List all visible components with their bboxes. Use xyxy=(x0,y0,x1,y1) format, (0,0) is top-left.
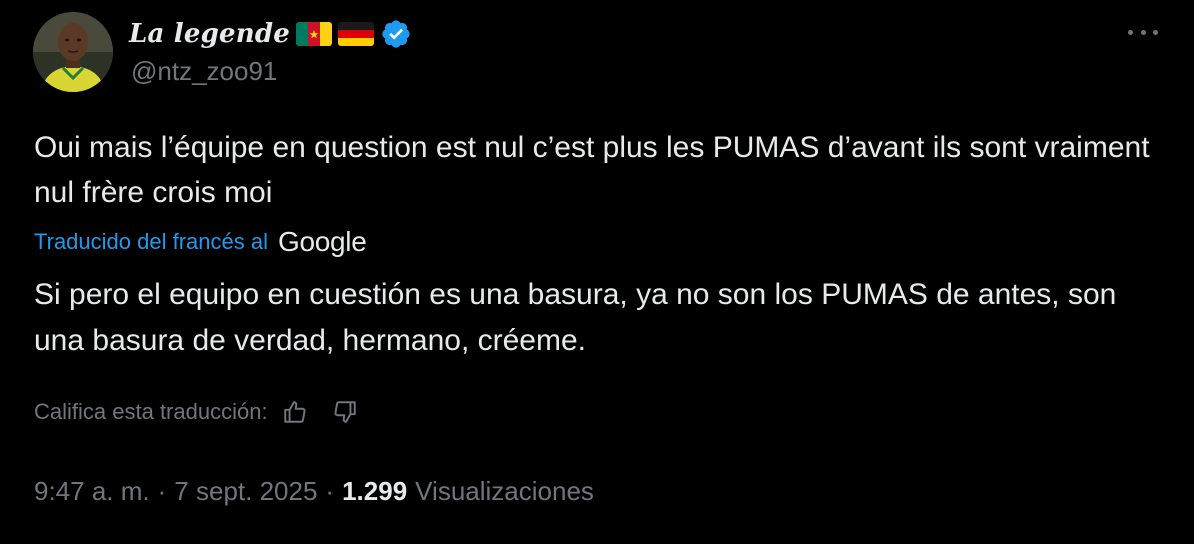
author-name-row: La legende xyxy=(129,14,412,54)
rate-translation-row: Califica esta traducción: xyxy=(34,394,360,430)
tweet: La legende @ntz_zoo91 Oui mais l’équipe … xyxy=(0,0,1194,544)
meta-separator: · xyxy=(325,475,335,506)
views-label: Visualizaciones xyxy=(415,475,594,506)
avatar[interactable] xyxy=(33,12,113,92)
verified-badge-icon[interactable] xyxy=(380,18,412,50)
google-logo: Google xyxy=(277,226,367,257)
views-count: 1.299 xyxy=(342,475,408,506)
tweet-time[interactable]: 9:47 a. m. xyxy=(34,476,150,507)
thumbs-down-icon[interactable] xyxy=(330,397,360,427)
tweet-meta: 9:47 a. m. · 7 sept. 2025 · 1.299 Visual… xyxy=(34,472,594,510)
more-horizontal-icon[interactable] xyxy=(1128,24,1158,40)
meta-separator: · xyxy=(157,475,167,506)
tweet-date[interactable]: 7 sept. 2025 xyxy=(174,476,317,507)
translation-attribution: Traducido del francés al Google xyxy=(34,224,367,260)
author-handle[interactable]: @ntz_zoo91 xyxy=(131,56,277,87)
translated-from-link[interactable]: Traducido del francés al xyxy=(34,229,268,255)
rate-translation-label: Califica esta traducción: xyxy=(34,399,268,424)
tweet-translation-text: Si pero el equipo en cuestión es una bas… xyxy=(34,278,1117,357)
display-name[interactable]: La legende xyxy=(129,19,290,49)
germany-flag-icon xyxy=(337,22,374,46)
cameroon-flag-icon xyxy=(295,22,332,46)
thumbs-up-icon[interactable] xyxy=(280,397,310,427)
tweet-original-text: Oui mais l’équipe en question est nul c’… xyxy=(34,131,1150,209)
